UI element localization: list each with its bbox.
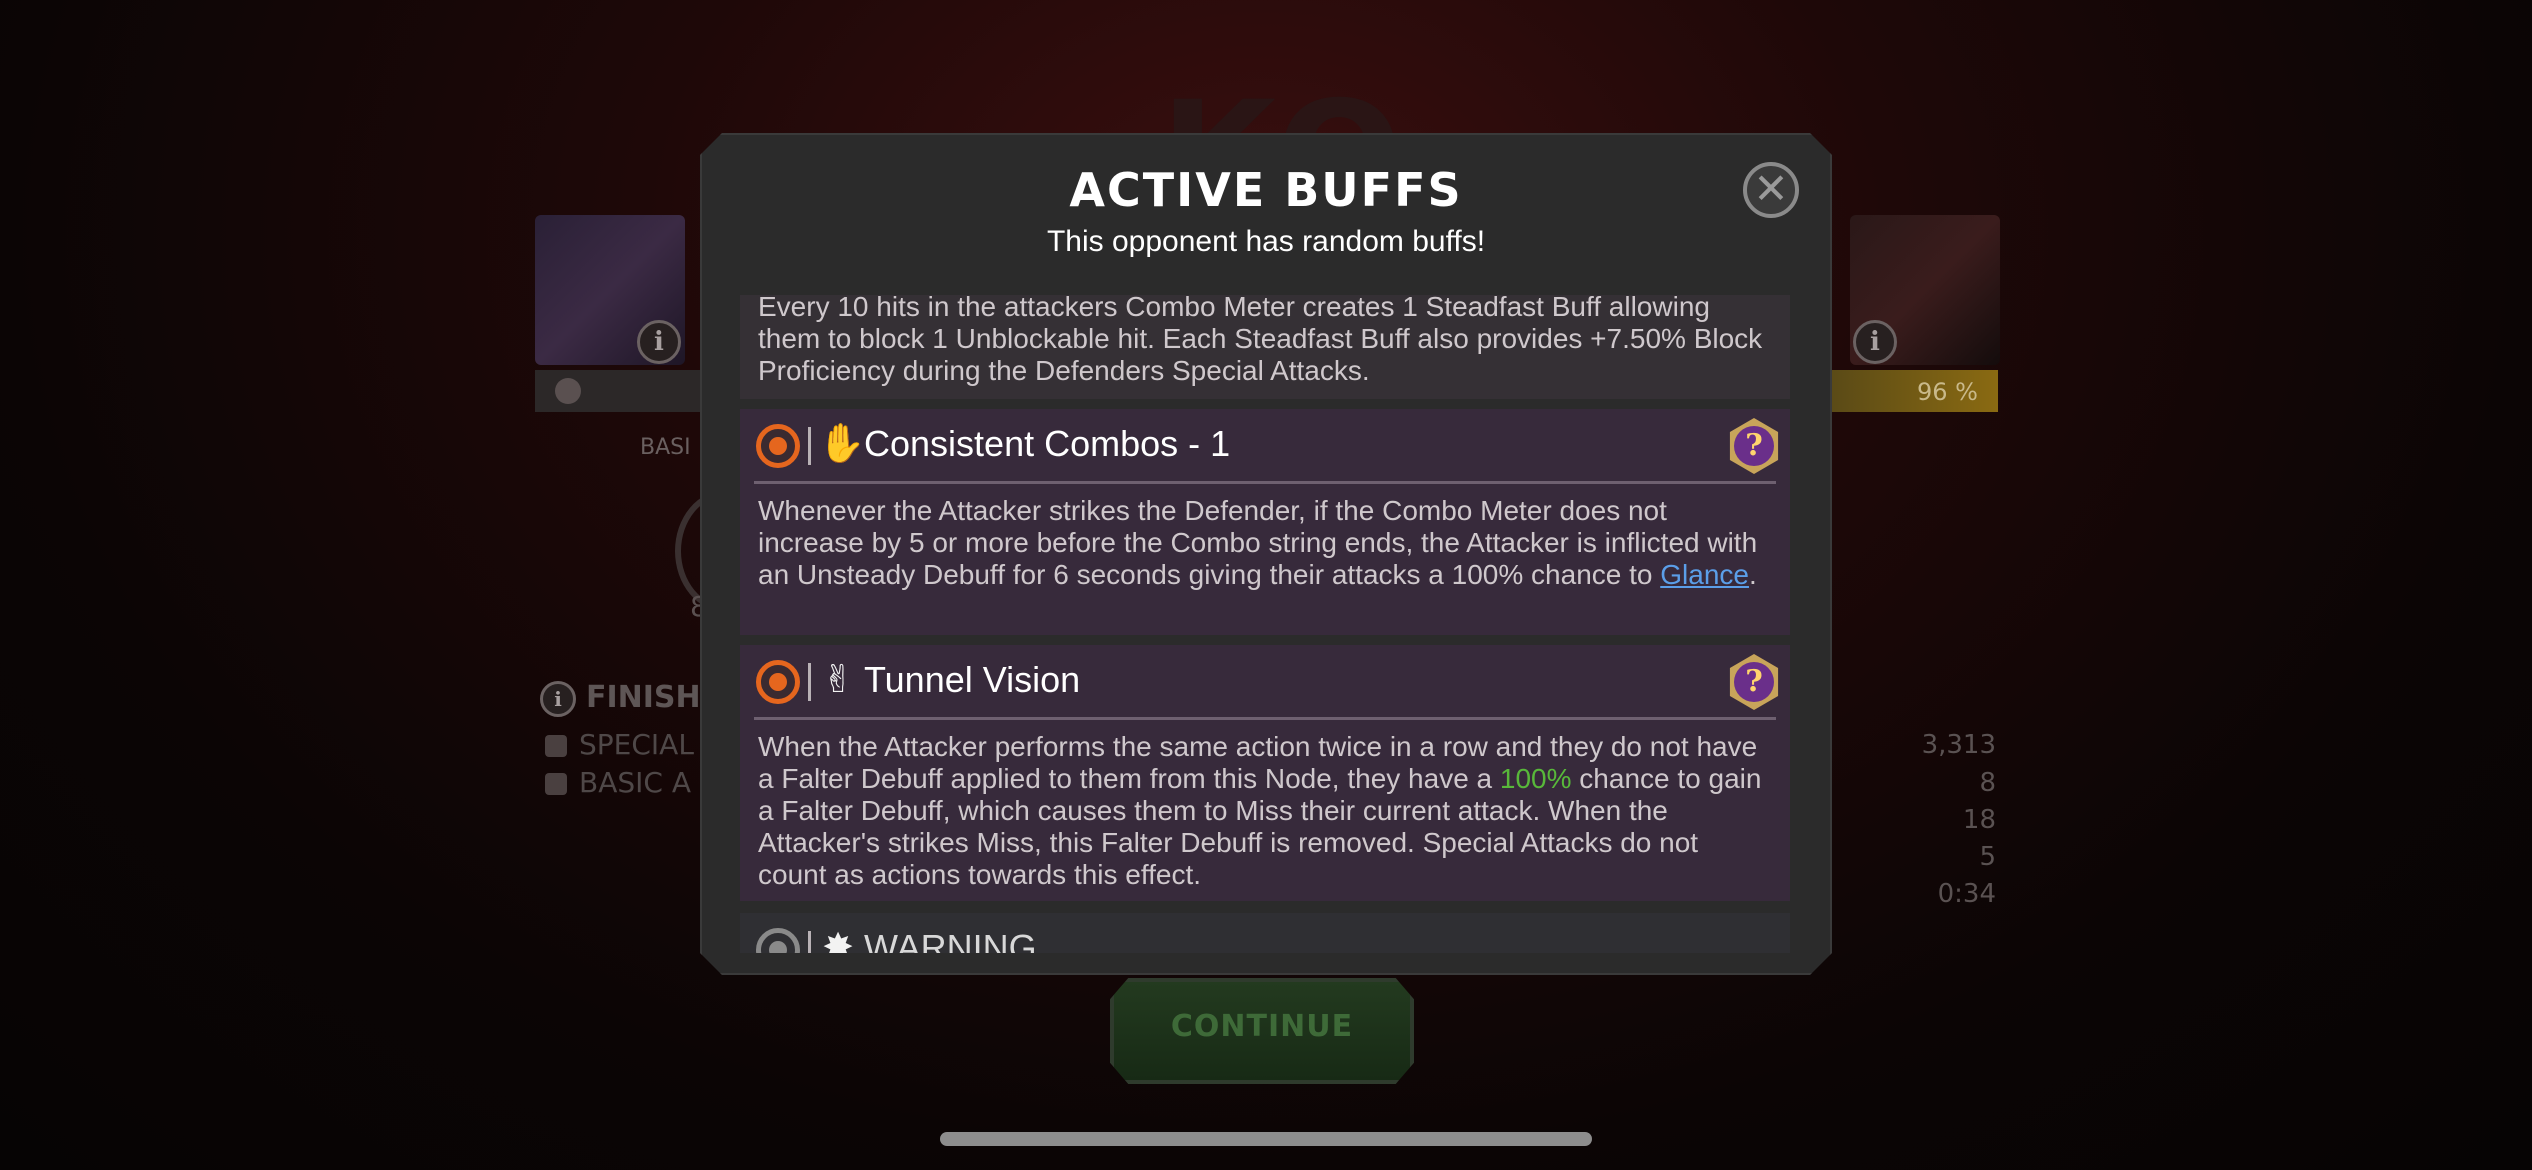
divider: [754, 717, 1776, 720]
defender-health-bar: 96 %: [1830, 370, 1998, 412]
buff-card-consistent-combos: ✋ Consistent Combos - 1 ? Whenever the A…: [740, 409, 1790, 635]
buff-list[interactable]: Every 10 hits in the attackers Combo Met…: [740, 295, 1790, 953]
buff-name: WARNING: [864, 927, 1037, 953]
finish-label: FINISH: [586, 680, 701, 715]
active-buffs-modal: ACTIVE BUFFS This opponent has random bu…: [700, 133, 1832, 975]
stat-value: 5: [1979, 842, 1996, 872]
stat-value: 3,313: [1921, 730, 1996, 760]
buff-description: Every 10 hits in the attackers Combo Met…: [758, 295, 1763, 386]
divider: [808, 427, 811, 465]
stat-value: 0:34: [1937, 879, 1996, 909]
stat-label-special: SPECIAL: [545, 728, 694, 761]
stat-value: 18: [1962, 805, 1996, 835]
glance-link[interactable]: Glance: [1660, 559, 1749, 590]
hand-gesture-icon: ✌: [822, 657, 854, 701]
home-indicator[interactable]: [940, 1132, 1592, 1146]
basic-attack-icon: [545, 773, 567, 795]
buff-target-icon: [756, 660, 800, 704]
buff-header: ✋ Consistent Combos - 1 ?: [740, 409, 1790, 484]
buff-name: Consistent Combos - 1: [864, 423, 1231, 464]
buff-description: Whenever the Attacker strikes the Defend…: [758, 495, 1758, 590]
buff-header: ✸ WARNING: [740, 913, 1790, 953]
divider: [808, 663, 811, 701]
attacker-info-icon[interactable]: i: [637, 320, 681, 364]
warning-icon: ✸: [822, 925, 854, 953]
finish-header: i FINISH: [540, 680, 701, 717]
buff-card-tunnel-vision: ✌ Tunnel Vision ? When the Attacker perf…: [740, 645, 1790, 901]
modal-subtitle: This opponent has random buffs!: [1046, 225, 1486, 258]
close-button[interactable]: ✕: [1743, 162, 1799, 218]
buff-name: Tunnel Vision: [864, 659, 1081, 700]
buff-description: When the Attacker performs the same acti…: [758, 731, 1762, 890]
stat-value: 8: [1979, 768, 1996, 798]
basic-label: BASI: [640, 435, 691, 460]
buff-target-icon: [756, 928, 800, 953]
defender-health-percent: 96 %: [1917, 378, 1978, 406]
buff-card: Every 10 hits in the attackers Combo Met…: [740, 295, 1790, 399]
divider: [754, 481, 1776, 484]
help-icon[interactable]: ?: [1729, 654, 1779, 710]
attacker-health-bar: [535, 370, 705, 412]
modal-title: ACTIVE BUFFS: [1069, 163, 1463, 217]
divider: [808, 931, 811, 953]
heal-icon: [555, 378, 581, 404]
continue-button[interactable]: CONTINUE: [1110, 978, 1414, 1084]
defender-info-icon[interactable]: i: [1853, 320, 1897, 364]
hand-strike-icon: ✋: [818, 421, 866, 465]
buff-header: ✌ Tunnel Vision ?: [740, 645, 1790, 720]
finish-info-icon[interactable]: i: [540, 680, 576, 717]
help-icon[interactable]: ?: [1729, 418, 1779, 474]
percent-highlight: 100%: [1499, 763, 1572, 794]
stat-label-basic: BASIC A: [545, 766, 691, 799]
special-attack-icon: [545, 735, 567, 757]
buff-target-icon: [756, 424, 800, 468]
buff-card-warning: ✸ WARNING: [740, 913, 1790, 953]
